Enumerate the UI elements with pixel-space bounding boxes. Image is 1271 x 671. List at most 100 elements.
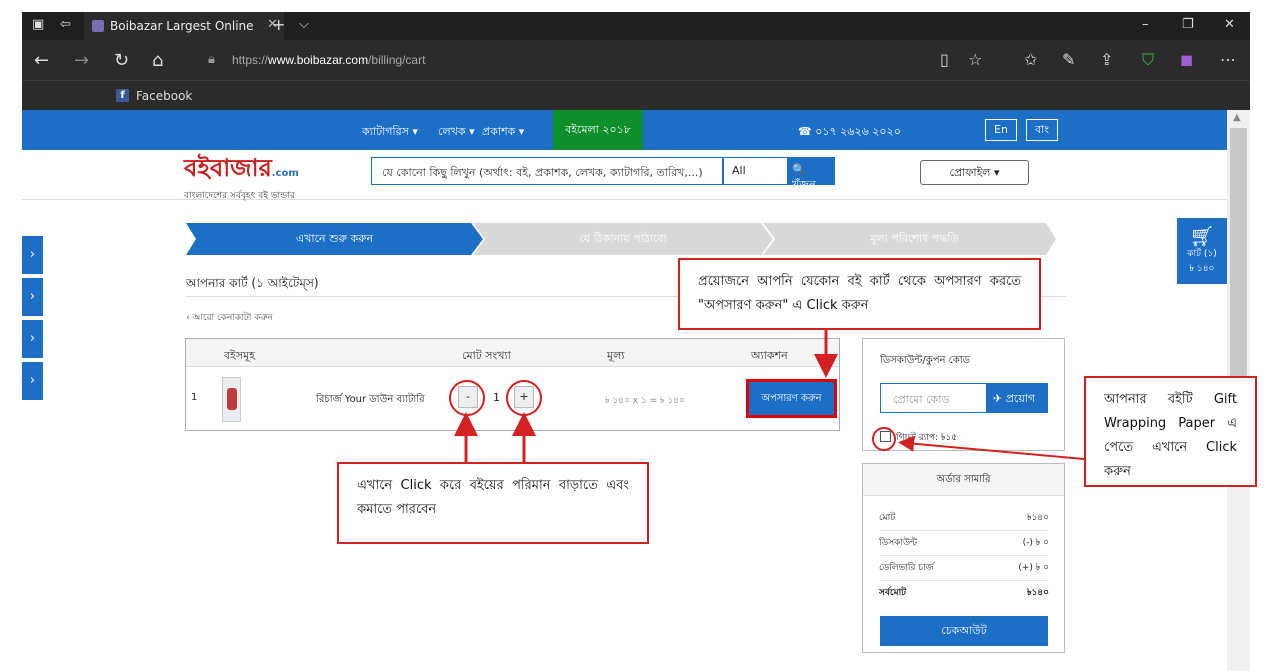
favorites-bar: f Facebook [22, 80, 1250, 110]
summary-row-discount: ডিসকাউন্ট (-) ৳ ০ [879, 531, 1049, 556]
step-address[interactable]: যে ঠিকানায় পাঠাবো [483, 223, 763, 255]
logo-name: বইবাজার [184, 154, 272, 182]
floating-cart[interactable]: 🛒︎ কার্ট (১) ৳ ১৪০ [1177, 218, 1227, 284]
remove-button[interactable]: অপসারণ করুন [746, 379, 837, 418]
logo-tagline: বাংলাদেশের সর্ববৃহৎ বই ভান্ডার [184, 191, 295, 201]
phone-number: ☎ ০১৭ ২৬২৬ ২০২০ [798, 125, 901, 138]
side-tab-2[interactable]: › [22, 278, 43, 316]
share-icon[interactable]: ⇪ [1100, 50, 1113, 69]
checkout-button[interactable]: চেকআউট [880, 616, 1048, 646]
promo-code-input[interactable]: প্রোমো কোড [880, 383, 987, 413]
search-button[interactable]: 🔍 খুঁজুন [788, 157, 835, 191]
discount-label: ডিসকাউন্ট [879, 538, 918, 548]
tab-actions-icon[interactable]: ▣ [32, 17, 44, 32]
facebook-icon: f [116, 89, 129, 102]
new-tab-button[interactable]: + [272, 15, 285, 34]
more-icon[interactable]: ⋯ [1220, 50, 1236, 69]
lock-icon: 🔒︎ [208, 52, 215, 67]
onenote-icon[interactable]: ◼ [1180, 50, 1193, 69]
browser-tab[interactable]: Boibazar Largest Online ✕ [84, 12, 284, 40]
favorite-star-icon[interactable]: ☆ [968, 50, 982, 69]
cart-title: আপনার কার্ট (১ আইটেম্স) [186, 276, 319, 290]
quantity-annotation: এখানে Click করে বইয়ের পরিমান বাড়াতে এব… [337, 462, 649, 544]
url-field[interactable]: https://www.boibazar.com/billing/cart [232, 53, 425, 67]
total-label: সর্বমোট [879, 588, 907, 598]
minimize-button[interactable]: – [1142, 17, 1149, 32]
summary-row-subtotal: মোট ৳১৪০ [879, 506, 1049, 531]
tab-title: Boibazar Largest Online [110, 19, 254, 33]
delivery-label: ডেলিভারি চার্জ [879, 563, 934, 573]
profile-button[interactable]: প্রোফাইল ▾ [920, 160, 1029, 185]
col-books: বইসমূহ [224, 349, 255, 362]
subtotal-label: মোট [879, 513, 896, 523]
summary-title: অর্ডার সামারি [863, 464, 1064, 496]
set-aside-tabs-icon[interactable]: ⇦ [60, 17, 71, 32]
lang-en-button[interactable]: En [985, 119, 1017, 141]
total-value: ৳১৪০ [1026, 588, 1049, 598]
url-prefix: https:// [232, 53, 269, 67]
nav-writer[interactable]: লেখক ▾ [438, 123, 475, 142]
book-cover-image[interactable] [222, 377, 241, 422]
forward-icon[interactable]: → [74, 50, 89, 71]
quantity-value[interactable]: 1 [493, 391, 500, 404]
line-price: ৳ ১৪০ x ১ = ৳ ১৪০ [605, 396, 685, 406]
step-payment[interactable]: মূল্য পরিশোধ পদ্ধতি [773, 223, 1056, 255]
nav-categories[interactable]: ক্যাটাগরিস ▾ [362, 123, 418, 142]
col-quantity: মোট সংখ্যা [462, 349, 511, 362]
address-bar-row: ← → ↻ ⌂ 🔒︎ https://www.boibazar.com/bill… [22, 40, 1250, 80]
site-top-nav: ক্যাটাগরিস ▾ লেখক ▾ প্রকাশক ▾ বইমেলা ২০১… [22, 110, 1227, 150]
url-path: /billing/cart [368, 53, 426, 67]
checkout-steps: এখানে শুরু করুন যে ঠিকানায় পাঠাবো মূল্য… [186, 223, 1056, 255]
maximize-button[interactable]: ❐ [1182, 17, 1194, 32]
back-icon[interactable]: ← [34, 50, 49, 71]
side-tab-1[interactable]: › [22, 236, 43, 274]
minus-highlight-circle [449, 380, 485, 416]
cart-icon: 🛒︎ [1189, 224, 1215, 248]
scroll-thumb[interactable] [1230, 128, 1247, 378]
pen-icon[interactable]: ✎ [1062, 50, 1075, 69]
apply-coupon-button[interactable]: ✈ প্রয়োগ [987, 383, 1048, 413]
logo-domain: .com [271, 168, 299, 179]
search-input[interactable]: যে কোনো কিছু লিখুন (অর্থাৎ: বই, প্রকাশক,… [371, 157, 723, 185]
continue-shopping-link[interactable]: ‹ আরো কেনাকাটা করুন [186, 310, 273, 325]
scroll-up-icon[interactable]: ▲ [1233, 112, 1241, 123]
col-price: মূল্য [607, 349, 625, 362]
url-host: www.boibazar.com [268, 53, 369, 67]
favicon-icon [92, 20, 104, 32]
site-header: বইবাজার.com বাংলাদেশের সর্ববৃহৎ বই ভান্ড… [22, 150, 1227, 203]
floating-cart-amount: ৳ ১৪০ [1189, 264, 1215, 274]
lang-bn-button[interactable]: বাং [1026, 119, 1059, 141]
coupon-title: ডিসকাউন্ট/কুপন কোড [880, 355, 970, 366]
discount-value: (-) ৳ ০ [1022, 538, 1049, 548]
search-scope-select[interactable]: All [723, 157, 788, 185]
book-title[interactable]: রিচার্জ Your ডাউন ব্যাটারি [316, 392, 425, 409]
cart-table-header: বইসমূহ মোট সংখ্যা মূল্য অ্যাকশন [186, 339, 839, 367]
refresh-icon[interactable]: ↻ [114, 50, 129, 71]
gift-annotation: আপনার বইটি Gift Wrapping Paper এ পেতে এখ… [1084, 376, 1257, 487]
site-logo[interactable]: বইবাজার.com বাংলাদেশের সর্ববৃহৎ বই ভান্ড… [184, 150, 299, 203]
delivery-value: (+) ৳ ০ [1018, 563, 1049, 573]
reading-view-icon[interactable]: ▯ [940, 50, 949, 69]
screen: ▣ ⇦ Boibazar Largest Online ✕ + ⌵ – ❐ ✕ … [0, 0, 1271, 671]
favorites-list-icon[interactable]: ✩ [1024, 50, 1037, 69]
remove-annotation: প্রয়োজনে আপনি যেকোন বই কার্ট থেকে অপসার… [678, 258, 1041, 330]
subtotal-value: ৳১৪০ [1026, 513, 1049, 523]
row-index: 1 [191, 392, 198, 403]
side-tab-4[interactable]: › [22, 362, 43, 400]
book-fair-label: বইমেলা ২০১৮ [565, 122, 631, 136]
summary-row-delivery: ডেলিভারি চার্জ (+) ৳ ০ [879, 556, 1049, 581]
col-action: অ্যাকশন [751, 349, 788, 362]
home-icon[interactable]: ⌂ [152, 50, 163, 71]
plus-highlight-circle [506, 380, 542, 416]
side-tab-3[interactable]: › [22, 320, 43, 358]
summary-row-total: সর্বমোট ৳১৪০ [879, 581, 1049, 606]
favorite-facebook[interactable]: Facebook [136, 89, 192, 103]
nav-publisher[interactable]: প্রকাশক ▾ [482, 123, 524, 142]
gift-highlight-circle [872, 427, 896, 451]
step-start[interactable]: এখানে শুরু করুন [186, 223, 483, 255]
tab-list-icon[interactable]: ⌵ [299, 17, 309, 32]
close-window-button[interactable]: ✕ [1224, 17, 1235, 32]
nav-book-fair[interactable]: বইমেলা ২০১৮ [553, 110, 643, 150]
shield-icon[interactable]: ⛉ [1142, 50, 1154, 70]
gift-wrap-label: গিফট র‍্যাপ: ৳১৫ [896, 433, 958, 443]
